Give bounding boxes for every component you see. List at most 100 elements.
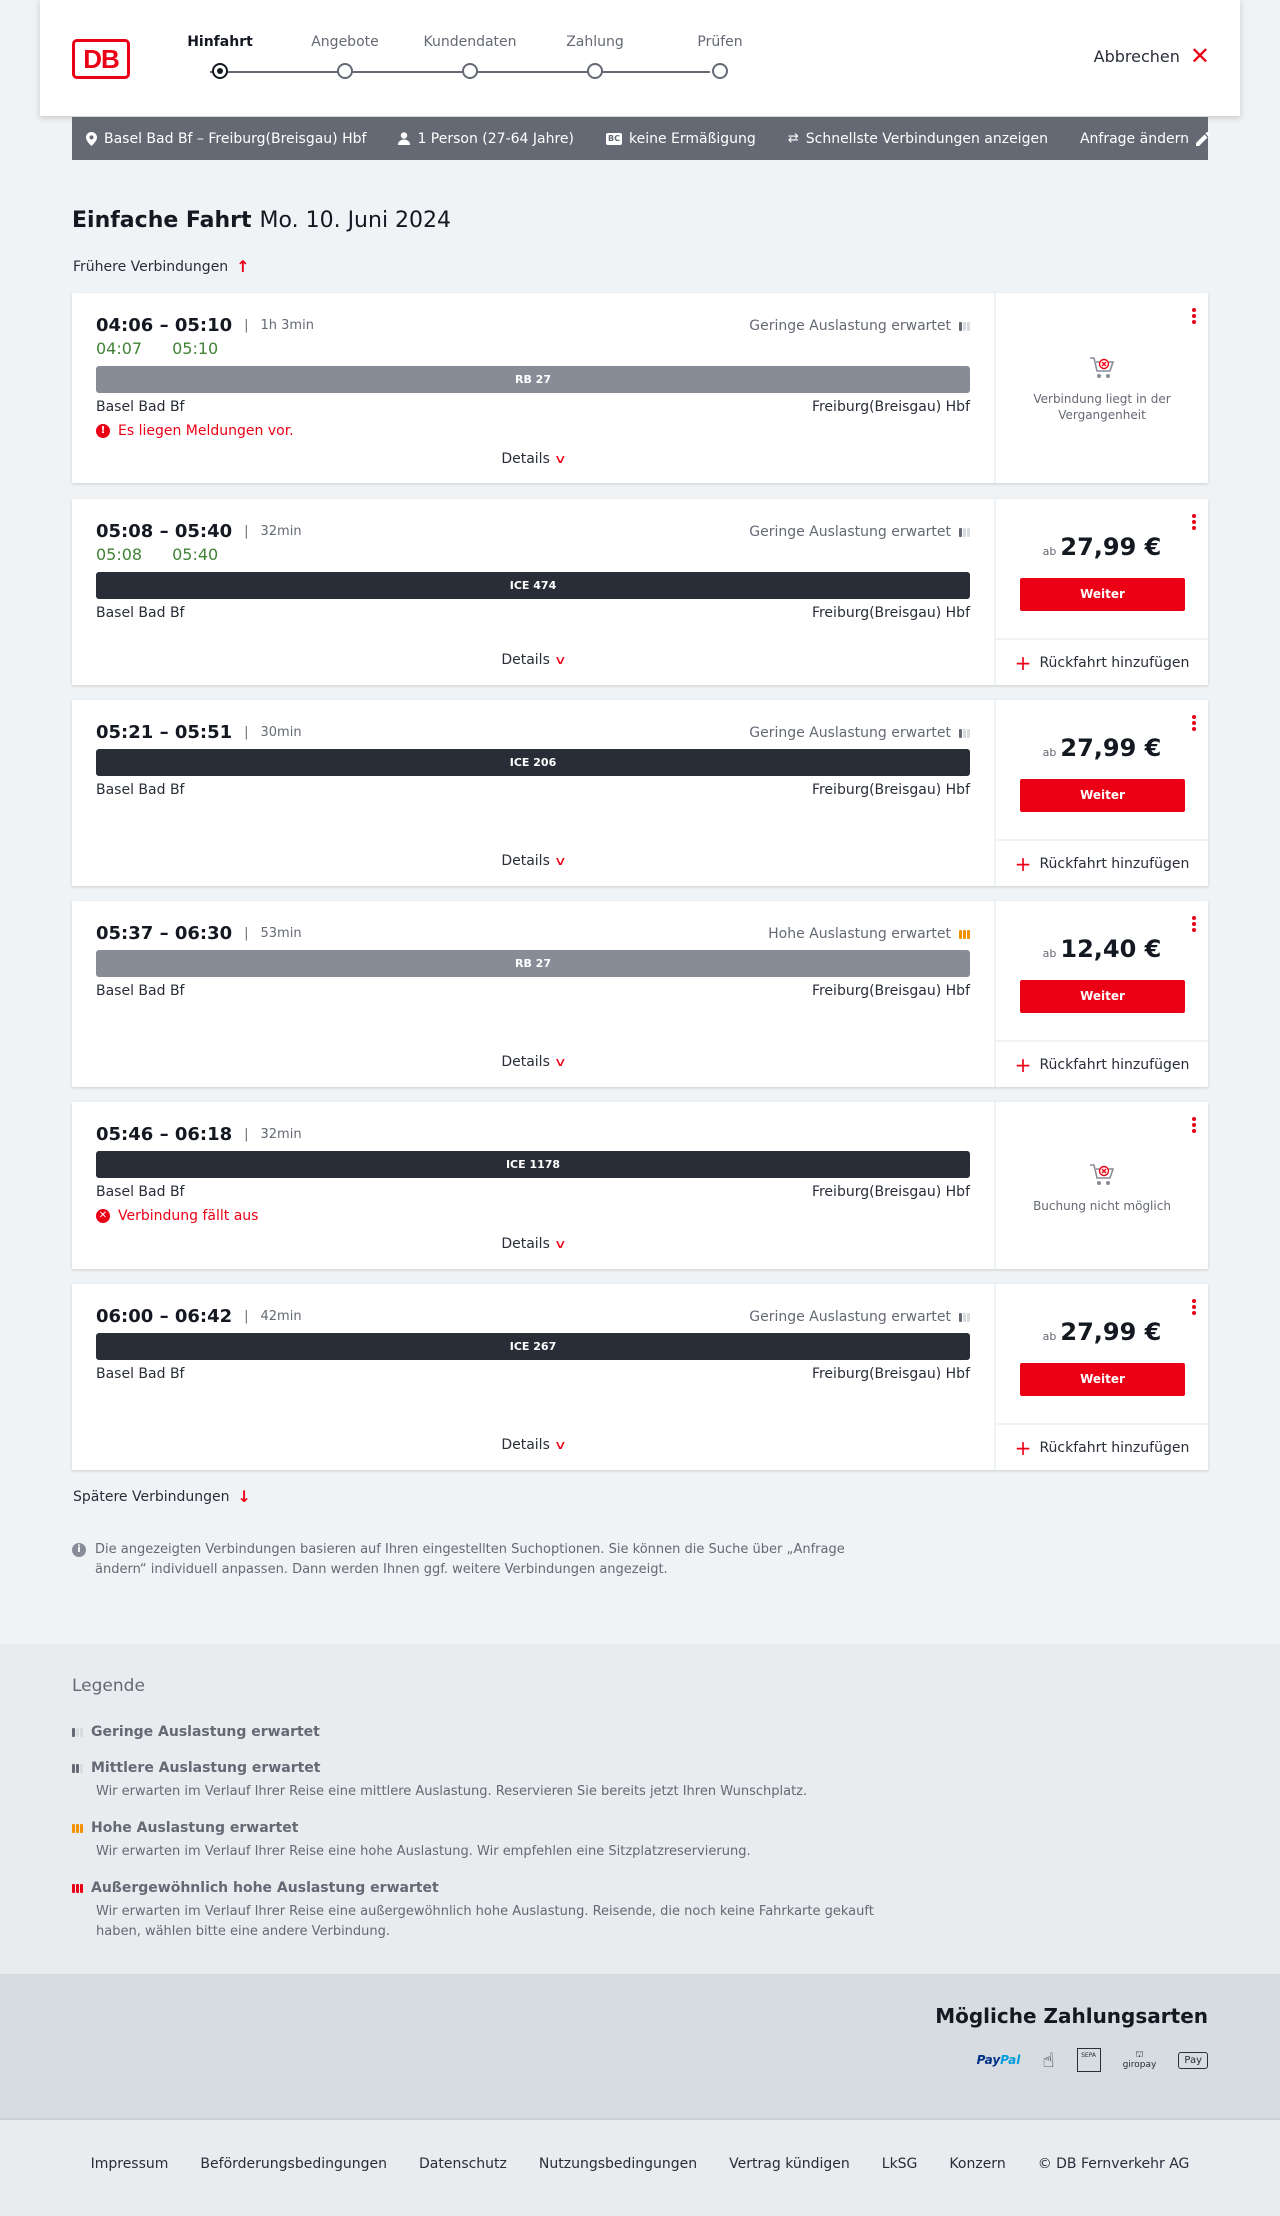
fastest-toggle[interactable]: ⇄ Schnellste Verbindungen anzeigen — [788, 131, 1048, 147]
credit-card-icon: ☝ — [1042, 2048, 1055, 2072]
cart-unavailable-icon — [1090, 1164, 1115, 1185]
more-options-icon[interactable] — [1192, 715, 1196, 733]
train-bar[interactable]: ICE 474 — [96, 572, 970, 599]
train-bar[interactable]: RB 27 — [96, 950, 970, 977]
later-connections-link[interactable]: Spätere Verbindungen ↓ — [73, 1487, 251, 1506]
occupancy-low-icon — [959, 728, 970, 738]
trip-date: Mo. 10. Juni 2024 — [259, 208, 452, 233]
destination-station: Freiburg(Breisgau) Hbf — [811, 983, 970, 999]
search-summary-bar: Basel Bad Bf – Freiburg(Breisgau) Hbf 1 … — [72, 117, 1210, 160]
footer-link-befoerderungsbedingungen[interactable]: Beförderungsbedingungen — [200, 2156, 387, 2172]
location-pin-icon — [86, 131, 97, 146]
connection-offer: ab 27,99 € Weiter + Rückfahrt hinzufügen — [994, 700, 1208, 886]
price-value: 12,40 € — [1060, 935, 1162, 963]
price: ab 12,40 € — [996, 935, 1208, 963]
arrow-up-icon: ↑ — [236, 257, 250, 276]
price: ab 27,99 € — [996, 1318, 1208, 1346]
paypal-part-1: Pay — [976, 2053, 1001, 2067]
step-pruefen: Prüfen — [650, 34, 790, 79]
occupancy-info: Geringe Auslastung erwartet — [749, 1309, 970, 1325]
separator: | — [244, 926, 249, 941]
cancellation-message[interactable]: ✕ Verbindung fällt aus — [96, 1208, 258, 1224]
more-options-icon[interactable] — [1192, 514, 1196, 532]
price-value: 27,99 € — [1060, 1318, 1162, 1346]
realtime-departure: 05:08 — [96, 545, 143, 564]
continue-button[interactable]: Weiter — [1020, 1363, 1185, 1396]
paypal-icon: PayPal — [977, 2053, 1021, 2067]
train-bar[interactable]: ICE 206 — [96, 749, 970, 776]
details-label: Details — [501, 1437, 550, 1453]
connection-main[interactable]: 04:06 – 05:10 | 1h 3min 04:07 05:10 Gerin… — [72, 293, 994, 483]
occupancy-extra-high-icon — [72, 1883, 83, 1893]
step-dot — [587, 63, 603, 79]
connection-main[interactable]: 06:00 – 06:42 | 42min Geringe Auslastung… — [72, 1284, 994, 1470]
train-bar[interactable]: ICE 267 — [96, 1333, 970, 1360]
earlier-connections-link[interactable]: Frühere Verbindungen ↑ — [73, 257, 250, 276]
departure-arrival: 05:21 – 05:51 — [96, 722, 233, 743]
more-options-icon[interactable] — [1192, 308, 1196, 326]
connection-main[interactable]: 05:46 – 06:18 | 32min ICE 1178 Basel Bad… — [72, 1102, 994, 1269]
chevron-down-icon: ∨ — [553, 1055, 567, 1069]
occupancy-text: Geringe Auslastung erwartet — [749, 1309, 951, 1325]
origin-station: Basel Bad Bf — [96, 605, 185, 621]
details-toggle[interactable]: Details ∨ — [72, 853, 994, 869]
more-options-icon[interactable] — [1192, 916, 1196, 934]
add-return-button[interactable]: + Rückfahrt hinzufügen — [996, 1423, 1208, 1470]
details-toggle[interactable]: Details ∨ — [72, 652, 994, 668]
connection-card: 05:46 – 06:18 | 32min ICE 1178 Basel Bad… — [72, 1102, 1208, 1269]
more-options-icon[interactable] — [1192, 1117, 1196, 1135]
footer-link-vertrag-kuendigen[interactable]: Vertrag kündigen — [729, 2156, 850, 2172]
connection-main[interactable]: 05:08 – 05:40 | 32min 05:08 05:40 Geringe… — [72, 499, 994, 685]
duration: 32min — [260, 1127, 302, 1142]
occupancy-text: Hohe Auslastung erwartet — [768, 926, 951, 942]
train-bar[interactable]: RB 27 — [96, 366, 970, 393]
footer: Impressum Beförderungsbedingungen Datens… — [0, 2118, 1280, 2216]
time-row: 06:00 – 06:42 | 42min — [96, 1306, 302, 1327]
origin-station: Basel Bad Bf — [96, 1184, 185, 1200]
footer-link-datenschutz[interactable]: Datenschutz — [419, 2156, 507, 2172]
step-hinfahrt[interactable]: Hinfahrt — [150, 34, 290, 79]
details-toggle[interactable]: Details ∨ — [72, 1054, 994, 1070]
footer-link-nutzungsbedingungen[interactable]: Nutzungsbedingungen — [539, 2156, 697, 2172]
trip-type: Einfache Fahrt — [72, 208, 252, 233]
separator: | — [244, 725, 249, 740]
more-options-icon[interactable] — [1192, 1299, 1196, 1317]
add-return-label: Rückfahrt hinzufügen — [1039, 1439, 1190, 1456]
add-return-label: Rückfahrt hinzufügen — [1039, 654, 1190, 671]
connection-main[interactable]: 05:21 – 05:51 | 30min Geringe Auslastung… — [72, 700, 994, 886]
details-toggle[interactable]: Details ∨ — [72, 451, 994, 467]
price: ab 27,99 € — [996, 734, 1208, 762]
price-prefix: ab — [1042, 746, 1057, 759]
db-logo[interactable]: DB — [72, 39, 130, 79]
connection-main[interactable]: 05:37 – 06:30 | 53min Hohe Auslastung er… — [72, 901, 994, 1087]
progress-line — [210, 71, 710, 73]
details-toggle[interactable]: Details ∨ — [72, 1236, 994, 1252]
step-dot — [337, 63, 353, 79]
legend-item-title: Mittlere Auslastung erwartet — [91, 1760, 321, 1776]
footer-link-lksg[interactable]: LkSG — [882, 2156, 918, 2172]
departure-arrival: 05:46 – 06:18 — [96, 1124, 233, 1145]
add-return-button[interactable]: + Rückfahrt hinzufügen — [996, 638, 1208, 685]
notice-message[interactable]: ! Es liegen Meldungen vor. — [96, 423, 294, 439]
time-row: 05:21 – 05:51 | 30min — [96, 722, 302, 743]
add-return-button[interactable]: + Rückfahrt hinzufügen — [996, 839, 1208, 886]
person-icon — [398, 132, 411, 145]
time-row: 05:46 – 06:18 | 32min — [96, 1124, 302, 1145]
details-toggle[interactable]: Details ∨ — [72, 1437, 994, 1453]
destination-station: Freiburg(Breisgau) Hbf — [811, 399, 970, 415]
header: DB Hinfahrt Angebote Kundendaten Zahlung… — [40, 0, 1240, 116]
add-return-button[interactable]: + Rückfahrt hinzufügen — [996, 1040, 1208, 1087]
footer-link-impressum[interactable]: Impressum — [91, 2156, 169, 2172]
origin-station: Basel Bad Bf — [96, 399, 185, 415]
route-info: Basel Bad Bf – Freiburg(Breisgau) Hbf — [86, 131, 366, 147]
continue-button[interactable]: Weiter — [1020, 578, 1185, 611]
train-bar[interactable]: ICE 1178 — [96, 1151, 970, 1178]
continue-button[interactable]: Weiter — [1020, 980, 1185, 1013]
change-request-button[interactable]: Anfrage ändern — [1080, 131, 1210, 147]
footer-link-konzern[interactable]: Konzern — [949, 2156, 1005, 2172]
legend-item-high: Hohe Auslastung erwartet Wir erwarten im… — [72, 1820, 892, 1862]
cancel-button[interactable]: Abbrechen ✕ — [1094, 44, 1210, 68]
continue-button[interactable]: Weiter — [1020, 779, 1185, 812]
occupancy-low-icon — [72, 1727, 83, 1737]
search-info-note: i Die angezeigten Verbindungen basieren … — [72, 1540, 852, 1580]
